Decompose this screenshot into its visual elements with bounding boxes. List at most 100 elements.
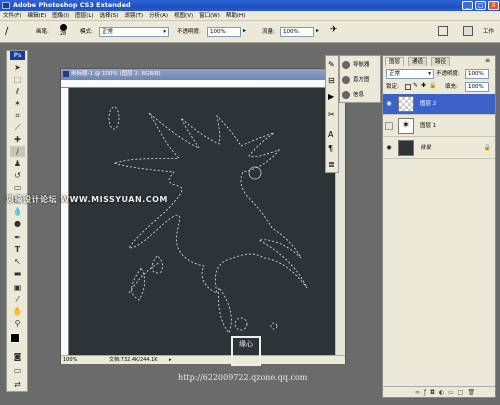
workspace-icon[interactable] (463, 26, 473, 36)
lock-all-icon[interactable]: 🔒 (429, 82, 436, 89)
menu-help[interactable]: 帮助(H) (223, 11, 248, 21)
layer-row[interactable]: ✶ 图层 1 (383, 116, 495, 137)
drip-selection (218, 286, 232, 334)
jump-to-imageready-icon[interactable]: ⇄ (10, 379, 25, 390)
tab-layers[interactable]: 图层 (385, 57, 405, 66)
lock-position-icon[interactable]: ✚ (421, 82, 426, 89)
blur-tool-icon[interactable]: 💧 (10, 206, 25, 217)
crop-tool-icon[interactable]: ⌗ (10, 110, 25, 121)
adjustment-layer-icon[interactable]: ◐ (439, 389, 448, 396)
zoom-tool-icon[interactable]: ⚲ (10, 318, 25, 329)
pen-tool-icon[interactable]: ✒ (10, 232, 25, 243)
actions-panel-icon[interactable]: ▶ (328, 92, 334, 101)
healing-brush-icon[interactable]: ✚ (10, 134, 25, 145)
slice-tool-icon[interactable]: ⟋ (10, 122, 25, 133)
layer-thumbnail: ✶ (398, 118, 414, 134)
panel-menu-icon[interactable]: ≡ (485, 57, 490, 64)
magic-wand-icon[interactable]: ✶ (10, 98, 25, 109)
horizontal-ruler[interactable] (61, 80, 345, 88)
canvas[interactable] (69, 88, 335, 355)
panel-icon-strip: ✎ ⊟ ▶ ✂ A ¶ ≣ (325, 55, 339, 173)
info-item[interactable]: 信息 (342, 88, 380, 102)
opacity-arrow-icon[interactable]: ▸ (243, 27, 246, 34)
document-icon (63, 71, 69, 77)
selection-marquee (108, 106, 308, 334)
menu-analysis[interactable]: 分析(A) (146, 11, 171, 21)
tab-channels[interactable]: 通道 (408, 57, 428, 66)
quick-mask-icon[interactable]: ◙ (10, 351, 25, 362)
tab-paths[interactable]: 路径 (431, 57, 451, 66)
status-menu-arrow-icon[interactable]: ▸ (169, 356, 172, 365)
brush-size: 28 (59, 31, 67, 37)
eye-icon[interactable]: ◉ (385, 100, 393, 108)
dodge-tool-icon[interactable]: ● (10, 218, 25, 229)
shape-tool-icon[interactable]: ▬ (10, 268, 25, 279)
marquee-tool-icon[interactable]: ⬚ (10, 74, 25, 85)
menu-layer[interactable]: 图层(L) (72, 11, 96, 21)
move-tool-icon[interactable]: ➤ (10, 62, 25, 73)
palette-well-icon[interactable] (438, 26, 448, 36)
history-panel-icon[interactable]: ✂ (328, 110, 335, 119)
navigator-icon (342, 60, 350, 69)
opacity-field[interactable]: 100% (207, 27, 241, 37)
eraser-tool-icon[interactable]: ▭ (10, 182, 25, 193)
blend-mode-select[interactable]: 正常 ▾ (386, 69, 434, 79)
character-panel-icon[interactable]: A (328, 130, 333, 139)
flow-arrow-icon[interactable]: ▸ (316, 27, 319, 34)
hand-tool-icon[interactable]: ✋ (10, 306, 25, 317)
path-select-icon[interactable]: ↖ (10, 256, 25, 267)
info-icon (342, 90, 350, 99)
layer-comps-icon[interactable]: ≣ (328, 160, 335, 169)
menu-bar: 文件(F) 编辑(E) 图像(I) 图层(L) 选择(S) 滤镜(T) 分析(A) 视图(V)… (0, 11, 500, 21)
eye-icon[interactable]: ◉ (385, 144, 393, 152)
menu-edit[interactable]: 编辑(E) (24, 11, 49, 21)
brush-tool-icon[interactable]: ∕ (10, 146, 25, 157)
menu-file[interactable]: 文件(F) (0, 11, 24, 21)
mode-select[interactable]: 正常 ▾ (99, 27, 169, 37)
delete-layer-icon[interactable]: 🗑 (467, 389, 479, 396)
menu-select[interactable]: 选择(S) (97, 11, 122, 21)
lock-image-icon[interactable]: ✎ (413, 82, 418, 89)
history-brush-icon[interactable]: ↺ (10, 170, 25, 181)
paragraph-panel-icon[interactable]: ¶ (328, 144, 333, 153)
notes-tool-icon[interactable]: ▣ (10, 282, 25, 293)
brush-preset-picker[interactable]: 28 (56, 23, 70, 41)
menu-image[interactable]: 图像(I) (49, 11, 72, 21)
airbrush-icon[interactable]: ✈ (330, 25, 338, 35)
maximize-button[interactable]: □ (475, 1, 486, 10)
foreground-color-swatch[interactable] (10, 333, 20, 343)
visibility-box[interactable] (385, 122, 393, 130)
layer-row[interactable]: ◉ 背景 🔒 (383, 138, 495, 159)
dot-selection (234, 317, 248, 331)
stamp-tool-icon[interactable]: ♟ (10, 158, 25, 169)
minimize-button[interactable]: _ (462, 1, 473, 10)
menu-window[interactable]: 窗口(W) (196, 11, 223, 21)
tool-presets-icon[interactable]: ⊟ (328, 76, 335, 85)
new-group-icon[interactable]: ▭ (448, 389, 458, 396)
layer-row[interactable]: ◉ 图层 2 (383, 94, 495, 115)
opacity-label: 不透明度: (177, 29, 201, 35)
drip-selection (151, 255, 164, 274)
lock-transparency-icon[interactable] (405, 84, 411, 90)
layer-mask-icon[interactable]: ◘ (430, 389, 439, 396)
type-tool-icon[interactable]: T (10, 244, 25, 255)
histogram-item[interactable]: 直方图 (342, 73, 380, 87)
vertical-ruler[interactable] (61, 88, 69, 355)
zoom-level[interactable]: 100% (63, 356, 77, 365)
close-button[interactable]: X (488, 1, 499, 10)
menu-view[interactable]: 视图(V) (171, 11, 196, 21)
link-layers-icon[interactable]: ∞ (415, 389, 424, 396)
document-title: 未标题-1 @ 100% (图层 2, RGB/8) (71, 71, 161, 77)
flow-field[interactable]: 100% (280, 27, 314, 37)
workspace-label[interactable]: 工作 (483, 27, 494, 37)
menu-filter[interactable]: 滤镜(T) (121, 11, 146, 21)
lasso-tool-icon[interactable]: ℓ (10, 86, 25, 97)
eyedropper-icon[interactable]: ⁄ (10, 294, 25, 305)
screen-mode-icon[interactable]: ▭ (10, 365, 25, 376)
navigator-item[interactable]: 导航器 (342, 58, 380, 72)
fill-field[interactable]: 100% (465, 82, 489, 92)
layer-opacity-field[interactable]: 100% (465, 69, 489, 79)
brush-tool-icon[interactable]: ∕ (5, 26, 21, 38)
navigator-panel: 导航器 直方图 信息 (339, 55, 381, 103)
brushes-panel-icon[interactable]: ✎ (328, 60, 335, 69)
